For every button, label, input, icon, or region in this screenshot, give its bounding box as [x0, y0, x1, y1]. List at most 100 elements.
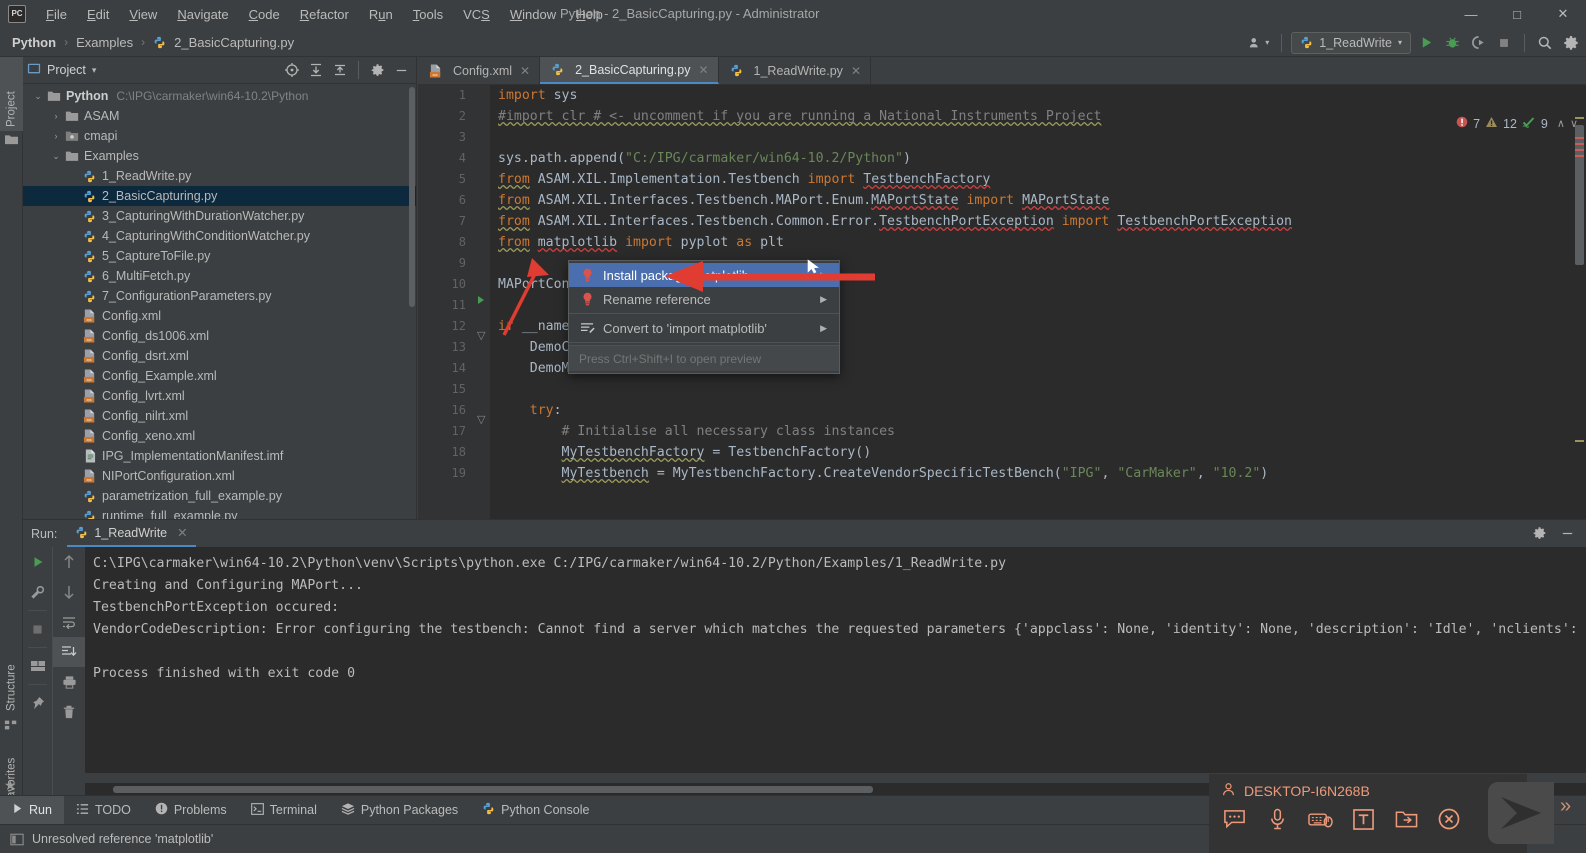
tree-node[interactable]: <> Config_nilrt.xml [23, 406, 416, 426]
tree-node[interactable]: <> Config_Example.xml [23, 366, 416, 386]
bottom-tab-run[interactable]: Run [0, 795, 64, 825]
menu-vcs[interactable]: VCS [453, 4, 500, 25]
tree-expand-arrow[interactable]: ⌄ [49, 151, 63, 162]
tree-node[interactable]: › ASAM [23, 106, 416, 126]
fold-column[interactable]: ▽ ▽ [474, 85, 490, 519]
fold-marker-if[interactable]: ▽ [477, 329, 485, 342]
bottom-tab-python-packages[interactable]: Python Packages [329, 796, 470, 825]
up-arrow-icon[interactable] [53, 547, 85, 577]
run-button[interactable] [1415, 32, 1437, 54]
gear-icon[interactable] [1528, 523, 1550, 545]
user-settings-icon[interactable]: ▾ [1245, 32, 1272, 54]
editor-scrollbar[interactable] [1575, 125, 1584, 265]
project-tree[interactable]: ⌄ Python C:\IPG\carmaker\win64-10.2\Python… [23, 84, 416, 519]
menu-navigate[interactable]: Navigate [167, 4, 238, 25]
submenu-arrow-icon[interactable]: ▶ [820, 323, 827, 334]
close-button[interactable]: ✕ [1540, 0, 1586, 28]
tree-node[interactable]: parametrization_full_example.py [23, 486, 416, 506]
tree-node[interactable]: › cmapi [23, 126, 416, 146]
collapse-all-icon[interactable] [329, 59, 351, 81]
bottom-tab-terminal[interactable]: Terminal [239, 796, 329, 825]
run-console-output[interactable]: C:\IPG\carmaker\win64-10.2\Python\venv\S… [85, 547, 1586, 773]
stripe-warning-mark[interactable] [1575, 117, 1584, 119]
tree-node[interactable]: IPG_ImplementationManifest.imf [23, 446, 416, 466]
keyboard-mouse-icon[interactable] [1307, 807, 1333, 831]
file-transfer-icon[interactable] [1393, 807, 1419, 831]
gear-icon[interactable] [1560, 32, 1582, 54]
menu-tools[interactable]: Tools [403, 4, 453, 25]
menu-view[interactable]: View [119, 4, 167, 25]
intention-menu-item[interactable]: Convert to 'import matplotlib' ▶ [569, 316, 839, 340]
breadcrumb-file[interactable]: 2_BasicCapturing.py [172, 35, 296, 50]
tree-node[interactable]: 2_BasicCapturing.py [23, 186, 416, 206]
close-icon[interactable]: ✕ [851, 64, 861, 78]
inspection-widget[interactable]: 7 12 9 ∧ ∨ [1456, 116, 1578, 131]
print-icon[interactable] [53, 667, 85, 697]
tree-expand-arrow[interactable]: › [49, 131, 63, 141]
run-line-marker-icon[interactable] [476, 293, 486, 308]
tree-node[interactable]: ⌄ Examples [23, 146, 416, 166]
breadcrumb-python[interactable]: Python [10, 35, 58, 50]
stripe-error-mark[interactable] [1575, 143, 1584, 145]
chat-icon[interactable] [1221, 807, 1247, 831]
sidebar-item-project[interactable]: Project [0, 57, 23, 131]
tree-node[interactable]: ⌄ Python C:\IPG\carmaker\win64-10.2\Python [23, 86, 416, 106]
tree-expand-arrow[interactable]: ⌄ [31, 91, 45, 102]
maximize-button[interactable]: □ [1494, 0, 1540, 28]
menu-refactor[interactable]: Refactor [290, 4, 359, 25]
pin-icon[interactable] [23, 688, 52, 718]
minimize-button[interactable]: — [1448, 0, 1494, 28]
menu-edit[interactable]: Edit [77, 4, 119, 25]
breadcrumb-examples[interactable]: Examples [74, 35, 135, 50]
disconnect-icon[interactable] [1436, 807, 1462, 831]
tree-node[interactable]: <> Config_lvrt.xml [23, 386, 416, 406]
layout-icon[interactable] [23, 651, 52, 681]
bottom-tab-problems[interactable]: Problems [143, 796, 239, 825]
gear-icon[interactable] [366, 59, 388, 81]
editor-tab[interactable]: <> Config.xml ✕ [418, 57, 541, 84]
tree-node[interactable]: runtime_full_example.py [23, 506, 416, 519]
tree-node[interactable]: 7_ConfigurationParameters.py [23, 286, 416, 306]
tree-node[interactable]: 4_CapturingWithConditionWatcher.py [23, 226, 416, 246]
stop-button[interactable] [1493, 32, 1515, 54]
tree-node[interactable]: <> Config_xeno.xml [23, 426, 416, 446]
tree-node[interactable]: 3_CapturingWithDurationWatcher.py [23, 206, 416, 226]
previous-problem-icon[interactable]: ∧ [1557, 117, 1565, 130]
hide-panel-icon[interactable] [390, 59, 412, 81]
microphone-icon[interactable] [1264, 807, 1290, 831]
stripe-warning-mark[interactable] [1575, 440, 1584, 442]
expand-all-icon[interactable] [305, 59, 327, 81]
tree-node[interactable]: <> Config_dsrt.xml [23, 346, 416, 366]
clear-all-icon[interactable] [53, 697, 85, 727]
stripe-error-mark[interactable] [1575, 155, 1584, 157]
tree-node[interactable]: 1_ReadWrite.py [23, 166, 416, 186]
intention-menu-item[interactable]: Rename reference ▶ [569, 287, 839, 311]
sidebar-item-structure[interactable]: Structure [0, 637, 23, 715]
tree-node[interactable]: <> Config_ds1006.xml [23, 326, 416, 346]
bottom-tab-todo[interactable]: TODO [64, 796, 143, 825]
editor-tab[interactable]: 2_BasicCapturing.py ✕ [540, 57, 719, 84]
intention-actions-popup[interactable]: Install package matplotlib ▶ Rename refere… [568, 260, 840, 374]
text-input-icon[interactable] [1350, 807, 1376, 831]
submenu-arrow-icon[interactable]: ▶ [820, 294, 827, 305]
console-hscroll-thumb[interactable] [113, 786, 873, 793]
tree-node[interactable]: <> Config.xml [23, 306, 416, 326]
search-icon[interactable] [1534, 32, 1556, 54]
chevron-right-icon[interactable]: » [1560, 795, 1571, 818]
close-icon[interactable]: ✕ [698, 63, 708, 77]
menu-run[interactable]: Run [359, 4, 403, 25]
down-arrow-icon[interactable] [53, 577, 85, 607]
close-icon[interactable]: ✕ [177, 525, 187, 540]
run-tab-1readwrite[interactable]: 1_ReadWrite ✕ [67, 520, 196, 547]
debug-button[interactable] [1441, 32, 1463, 54]
menu-file[interactable]: File [36, 4, 77, 25]
run-configuration-selector[interactable]: 1_ReadWrite ▾ [1291, 31, 1411, 54]
editor-tab[interactable]: 1_ReadWrite.py ✕ [718, 57, 871, 84]
tree-node[interactable]: 5_CaptureToFile.py [23, 246, 416, 266]
menu-code[interactable]: Code [239, 4, 290, 25]
tree-node[interactable]: 6_MultiFetch.py [23, 266, 416, 286]
scroll-to-end-icon[interactable] [53, 637, 85, 667]
chevron-down-icon[interactable]: ▾ [92, 65, 97, 76]
run-with-coverage-button[interactable] [1467, 32, 1489, 54]
close-icon[interactable]: ✕ [520, 64, 530, 78]
